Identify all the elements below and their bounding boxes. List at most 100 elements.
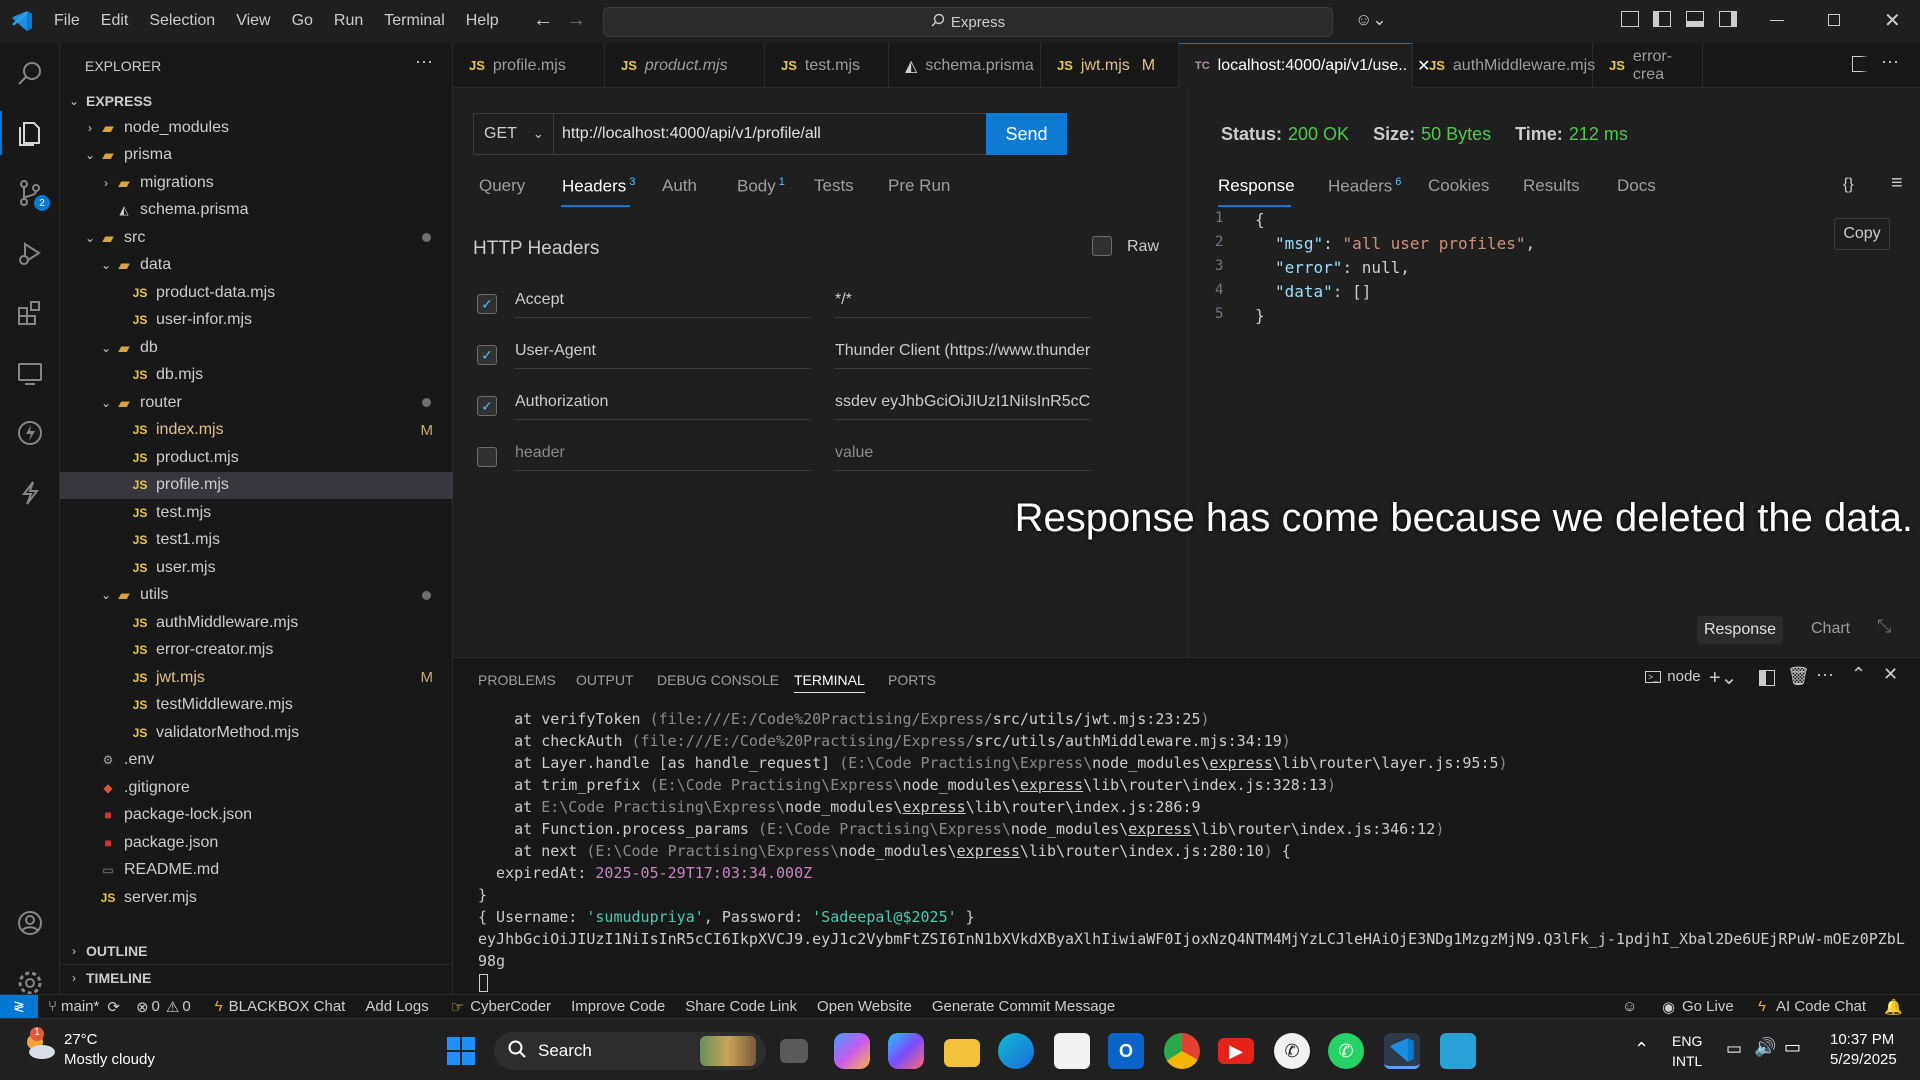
notepad-icon[interactable] (1440, 1033, 1476, 1069)
tree-item[interactable]: JS profile.mjs (60, 471, 453, 499)
chart-view-button[interactable]: Chart (1811, 620, 1850, 638)
menu-terminal[interactable]: Terminal (384, 12, 444, 30)
tree-item[interactable]: ⌄ ▰ prisma (60, 142, 453, 169)
header-enable-checkbox[interactable] (477, 447, 497, 467)
tree-item[interactable]: JS test.mjs (60, 499, 453, 526)
menu-selection[interactable]: Selection (149, 12, 215, 30)
method-select[interactable]: GET ⌄ (473, 113, 554, 155)
edge-icon[interactable] (998, 1033, 1034, 1069)
send-button[interactable]: Send (986, 113, 1067, 155)
source-control-icon[interactable]: 2 (8, 171, 52, 215)
editor-tab[interactable]: JS jwt.mjs M (1041, 43, 1179, 88)
tree-item[interactable]: JS jwt.mjs M (60, 664, 453, 691)
tree-item[interactable]: ⌄ ▰ src (60, 224, 453, 251)
add-logs[interactable]: Add Logs (365, 998, 428, 1015)
editor-tab[interactable]: JS authMiddleware.mjs (1413, 43, 1595, 88)
warning-count[interactable]: 0 (182, 998, 190, 1015)
store-icon[interactable] (1054, 1033, 1090, 1069)
new-terminal-icon[interactable]: +⌄ (1709, 665, 1737, 690)
copilot-status-icon[interactable]: ☺ (1622, 998, 1637, 1015)
terminal-cursor[interactable] (479, 974, 488, 992)
tree-item[interactable]: ■ package-lock.json (60, 802, 453, 829)
request-tab[interactable]: Pre Run (888, 176, 950, 196)
forward-arrow-icon[interactable]: → (566, 9, 586, 32)
whatsapp-business-icon[interactable]: ✆ (1328, 1033, 1364, 1069)
split-editor-icon[interactable] (1852, 56, 1868, 72)
remote-indicator[interactable]: ≷ (0, 994, 38, 1019)
remote-explorer-icon[interactable] (8, 351, 52, 395)
editor-tab[interactable]: ◭ schema.prisma (889, 43, 1041, 88)
header-value-input[interactable]: Thunder Client (https://www.thunderclien… (835, 333, 1091, 369)
panel-tab[interactable]: DEBUG CONSOLE (657, 672, 779, 688)
go-live[interactable]: Go Live (1682, 998, 1734, 1015)
vscode-taskbar-icon[interactable] (1384, 1033, 1420, 1069)
raw-checkbox[interactable]: ✓ (1092, 236, 1112, 256)
close-window-icon[interactable]: ✕ (1884, 8, 1901, 33)
youtube-icon[interactable]: ▶ (1218, 1038, 1254, 1064)
timeline-section[interactable]: › TIMELINE (60, 964, 453, 991)
panel-tab[interactable]: OUTPUT (576, 672, 634, 688)
tree-item[interactable]: JS server.mjs (60, 884, 453, 911)
windows-start-icon[interactable] (446, 1036, 476, 1066)
whatsapp-icon[interactable]: ✆ (1274, 1033, 1310, 1069)
terminal-shell-selector[interactable]: >_ node (1645, 668, 1701, 685)
ai-code-chat[interactable]: AI Code Chat (1776, 998, 1866, 1015)
tree-item[interactable]: ⌄ ▰ db (60, 334, 453, 361)
panel-tab[interactable]: PORTS (888, 672, 936, 688)
tree-item[interactable]: JS authMiddleware.mjs (60, 609, 453, 636)
response-tab[interactable]: Cookies (1428, 176, 1489, 196)
tree-item[interactable]: JS db.mjs (60, 362, 453, 389)
tree-item[interactable]: ◭ schema.prisma (60, 197, 453, 224)
expand-icon[interactable]: ⤡ (1877, 616, 1891, 637)
tree-item[interactable]: JS validatorMethod.mjs (60, 719, 453, 746)
generate-commit-message[interactable]: Generate Commit Message (932, 998, 1115, 1015)
format-braces-icon[interactable]: {} (1843, 176, 1854, 194)
chevron-up-icon[interactable]: ⌃ (1634, 1039, 1649, 1060)
menu-edit[interactable]: Edit (101, 12, 129, 30)
taskbar-search-box[interactable]: Search (494, 1032, 766, 1070)
customize-layout-icon[interactable] (1621, 11, 1639, 27)
request-tab[interactable]: Tests (814, 176, 854, 196)
sync-icon[interactable]: ⟳ (107, 998, 120, 1016)
thunder-client-icon[interactable] (8, 411, 52, 455)
url-input[interactable]: http://localhost:4000/api/v1/profile/all (553, 113, 987, 155)
tree-item[interactable]: JS product-data.mjs (60, 279, 453, 306)
close-panel-icon[interactable]: ✕ (1883, 664, 1898, 685)
file-explorer-icon[interactable] (944, 1039, 980, 1067)
toggle-panel-icon[interactable] (1686, 11, 1704, 27)
back-arrow-icon[interactable]: ← (533, 9, 553, 32)
tree-item[interactable]: ▭ README.md (60, 857, 453, 884)
tree-item[interactable]: ⌄ ▰ data (60, 252, 453, 279)
tree-item[interactable]: ◆ .gitignore (60, 774, 453, 801)
tree-item[interactable]: › ▰ migrations (60, 169, 453, 196)
clock-date[interactable]: 5/29/2025 (1830, 1051, 1897, 1068)
run-debug-icon[interactable] (8, 231, 52, 275)
request-tab[interactable]: Body 1 (737, 176, 785, 197)
editor-tab[interactable]: JS test.mjs (765, 43, 889, 88)
improve-code[interactable]: Improve Code (571, 998, 665, 1015)
search-activity-icon[interactable] (8, 51, 52, 95)
menu-go[interactable]: Go (292, 12, 313, 30)
menu-view[interactable]: View (236, 12, 270, 30)
tree-item[interactable]: JS test1.mjs (60, 527, 453, 554)
menu-file[interactable]: File (54, 12, 80, 30)
tree-item[interactable]: › ▰ node_modules (60, 114, 453, 141)
task-view-icon[interactable] (780, 1039, 808, 1063)
editor-tab[interactable]: JS profile.mjs (453, 43, 605, 88)
error-count[interactable]: 0 (152, 998, 160, 1015)
tree-item[interactable]: ⌄ ▰ router (60, 389, 453, 416)
chrome-icon[interactable] (1164, 1033, 1200, 1069)
tree-item[interactable]: ■ package.json (60, 829, 453, 856)
menu-help[interactable]: Help (466, 12, 499, 30)
editor-tab[interactable]: JS product.mjs (605, 43, 765, 88)
tree-item[interactable]: JS user.mjs (60, 554, 453, 581)
weather-icon[interactable]: 1 (22, 1027, 56, 1061)
header-name-input[interactable]: User-Agent (515, 333, 811, 369)
editor-tab[interactable]: TC localhost:4000/api/v1/use.. ✕ (1179, 43, 1431, 88)
header-enable-checkbox[interactable]: ✓ (477, 345, 497, 365)
header-value-input[interactable]: */* (835, 282, 1091, 318)
volume-icon[interactable]: 🔊 (1754, 1037, 1776, 1058)
command-center-search[interactable]: Express (603, 7, 1333, 37)
request-tab[interactable]: Query (479, 176, 525, 196)
outline-section[interactable]: › OUTLINE (60, 937, 453, 964)
